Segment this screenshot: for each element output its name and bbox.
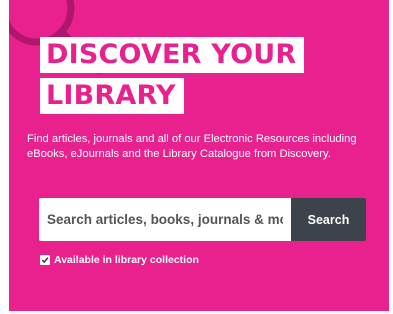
library-collection-filter[interactable]: Available in library collection [40,254,199,266]
library-collection-checkbox[interactable] [40,255,50,265]
search-button[interactable]: Search [291,198,366,241]
page-title-line-2: LIBRARY [40,78,184,114]
checkmark-icon [41,257,49,264]
hero-description: Find articles, journals and all of our E… [27,133,357,160]
search-bar: Search [39,198,366,241]
library-collection-label: Available in library collection [54,254,199,266]
page-title-line-1: DISCOVER YOUR [40,37,305,73]
search-input[interactable] [39,198,291,241]
discover-library-panel: DISCOVER YOUR LIBRARY Find articles, jou… [9,0,389,311]
